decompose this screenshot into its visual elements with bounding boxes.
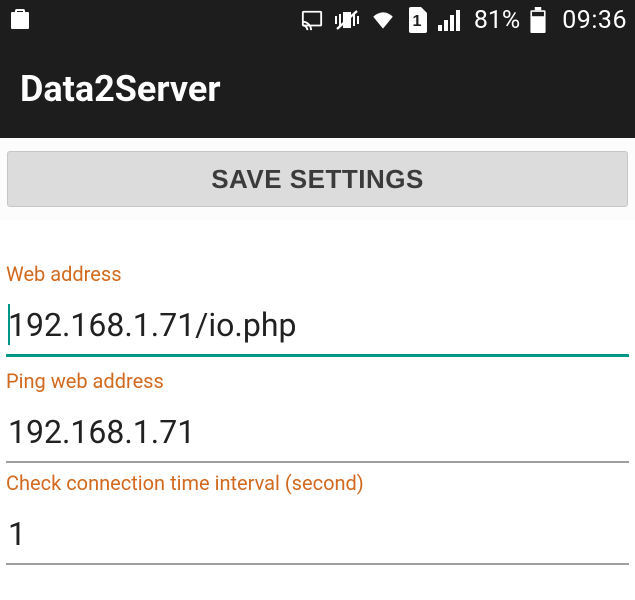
status-clock: 09:36	[562, 6, 627, 35]
ping-web-address-label: Ping web address	[6, 369, 629, 393]
web-address-field: Web address	[6, 262, 629, 357]
web-address-input[interactable]	[6, 304, 629, 357]
app-title: Data2Server	[20, 68, 221, 110]
signal-icon	[438, 9, 462, 31]
save-settings-button[interactable]: SAVE SETTINGS	[7, 151, 628, 207]
app-bar: Data2Server	[0, 40, 635, 138]
content-area: SAVE SETTINGS Web address Ping web addre…	[0, 138, 635, 565]
ping-web-address-input[interactable]	[6, 411, 629, 463]
android-status-bar: 1 81% 09:36	[0, 0, 635, 40]
battery-icon	[530, 7, 546, 33]
web-address-label: Web address	[6, 262, 629, 286]
battery-percentage: 81%	[474, 6, 520, 35]
vibrate-mute-icon	[334, 8, 360, 32]
toolbar: SAVE SETTINGS	[0, 138, 635, 220]
check-interval-field: Check connection time interval (second)	[6, 471, 629, 565]
status-bar-left	[8, 8, 32, 32]
cast-icon	[300, 9, 324, 31]
bag-check-icon	[8, 8, 32, 32]
settings-form: Web address Ping web address Check conne…	[0, 220, 635, 565]
svg-text:1: 1	[412, 13, 421, 30]
sim-1-icon: 1	[406, 7, 428, 33]
ping-web-address-field: Ping web address	[6, 369, 629, 463]
status-bar-right: 1 81% 09:36	[300, 6, 627, 35]
check-interval-input[interactable]	[6, 513, 629, 565]
wifi-icon	[370, 9, 396, 31]
check-interval-label: Check connection time interval (second)	[6, 471, 629, 495]
